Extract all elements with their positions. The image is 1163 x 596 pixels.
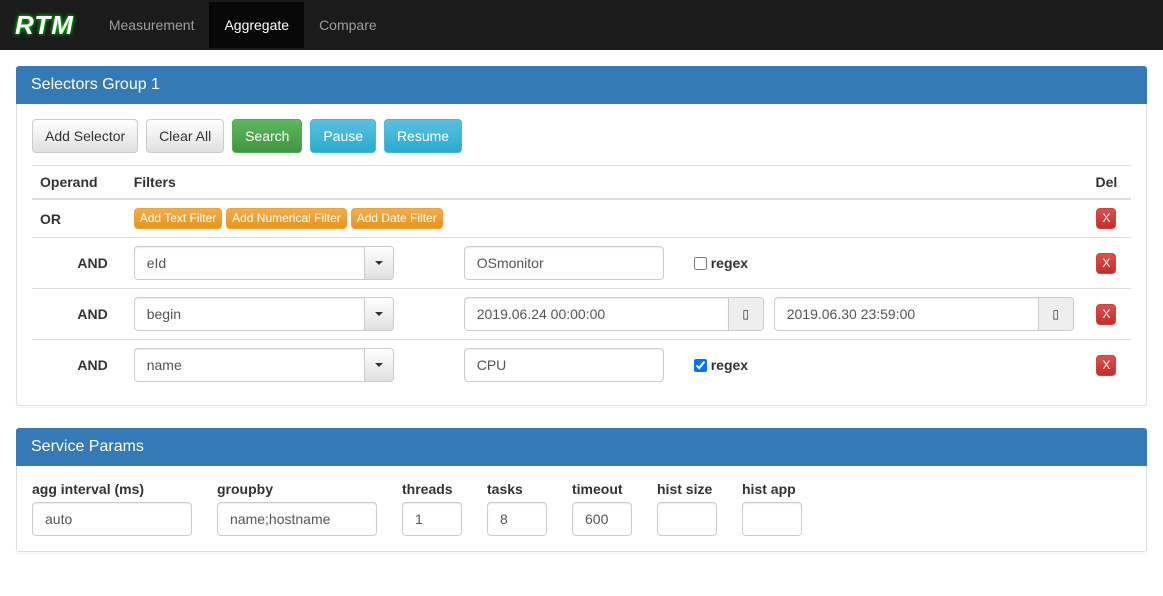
hist-size-label: hist size xyxy=(657,481,717,497)
operand-or: OR xyxy=(40,211,61,227)
calendar-icon: ▯ xyxy=(1052,307,1059,321)
groupby-label: groupby xyxy=(217,481,377,497)
chevron-down-icon xyxy=(375,312,383,316)
field-dropdown-toggle[interactable] xyxy=(365,348,393,382)
resume-button[interactable]: Resume xyxy=(384,119,462,153)
regex-label: regex xyxy=(711,357,748,373)
or-row: OR Add Text Filter Add Numerical Filter … xyxy=(32,199,1131,238)
nav-aggregate[interactable]: Aggregate xyxy=(209,2,304,48)
operand-and: AND xyxy=(32,340,126,391)
field-dropdown-toggle[interactable] xyxy=(365,297,393,331)
regex-checkbox[interactable] xyxy=(694,359,707,372)
add-numerical-filter-button[interactable]: Add Numerical Filter xyxy=(226,208,347,229)
col-operand: Operand xyxy=(32,166,126,200)
selectors-panel-title: Selectors Group 1 xyxy=(16,66,1147,104)
add-selector-button[interactable]: Add Selector xyxy=(32,119,138,153)
selectors-panel: Selectors Group 1 Add Selector Clear All… xyxy=(15,65,1148,407)
field-select[interactable] xyxy=(134,348,366,382)
field-select[interactable] xyxy=(134,297,366,331)
filter-row: AND ▯ xyxy=(32,289,1131,340)
regex-checkbox[interactable] xyxy=(694,257,707,270)
delete-filter-button[interactable]: X xyxy=(1096,304,1116,325)
filters-table: Operand Filters Del OR Add Text Filter A… xyxy=(32,165,1131,390)
tasks-label: tasks xyxy=(487,481,547,497)
timeout-input[interactable] xyxy=(572,502,632,536)
field-select[interactable] xyxy=(134,246,366,280)
hist-size-input[interactable] xyxy=(657,502,717,536)
operand-and: AND xyxy=(32,238,126,289)
filter-row: AND xyxy=(32,340,1131,391)
agg-interval-label: agg interval (ms) xyxy=(32,481,192,497)
chevron-down-icon xyxy=(375,363,383,367)
regex-label: regex xyxy=(711,255,748,271)
value-input[interactable] xyxy=(464,246,664,280)
operand-and: AND xyxy=(32,289,126,340)
calendar-from-button[interactable]: ▯ xyxy=(729,297,764,331)
chevron-down-icon xyxy=(375,261,383,265)
service-params-title: Service Params xyxy=(16,428,1147,466)
delete-filter-button[interactable]: X xyxy=(1096,253,1116,274)
agg-interval-input[interactable] xyxy=(32,502,192,536)
nav-compare[interactable]: Compare xyxy=(304,2,392,48)
brand-logo: RTM xyxy=(15,10,74,41)
nav-measurement[interactable]: Measurement xyxy=(94,2,210,48)
threads-input[interactable] xyxy=(402,502,462,536)
value-input[interactable] xyxy=(464,348,664,382)
field-dropdown-toggle[interactable] xyxy=(365,246,393,280)
calendar-icon: ▯ xyxy=(742,307,749,321)
service-params-panel: Service Params agg interval (ms) groupby… xyxy=(15,427,1148,553)
search-button[interactable]: Search xyxy=(232,119,302,153)
hist-app-label: hist app xyxy=(742,481,802,497)
col-del: Del xyxy=(1082,166,1131,200)
groupby-input[interactable] xyxy=(217,502,377,536)
delete-or-button[interactable]: X xyxy=(1096,208,1116,229)
col-filters: Filters xyxy=(126,166,1082,200)
filter-row: AND xyxy=(32,238,1131,289)
top-navbar: RTM Measurement Aggregate Compare xyxy=(0,0,1163,50)
pause-button[interactable]: Pause xyxy=(310,119,376,153)
add-date-filter-button[interactable]: Add Date Filter xyxy=(351,208,443,229)
threads-label: threads xyxy=(402,481,462,497)
hist-app-input[interactable] xyxy=(742,502,802,536)
date-to-input[interactable] xyxy=(774,297,1039,331)
date-from-input[interactable] xyxy=(464,297,729,331)
delete-filter-button[interactable]: X xyxy=(1096,355,1116,376)
clear-all-button[interactable]: Clear All xyxy=(146,119,224,153)
add-text-filter-button[interactable]: Add Text Filter xyxy=(134,208,222,229)
tasks-input[interactable] xyxy=(487,502,547,536)
timeout-label: timeout xyxy=(572,481,632,497)
calendar-to-button[interactable]: ▯ xyxy=(1039,297,1074,331)
